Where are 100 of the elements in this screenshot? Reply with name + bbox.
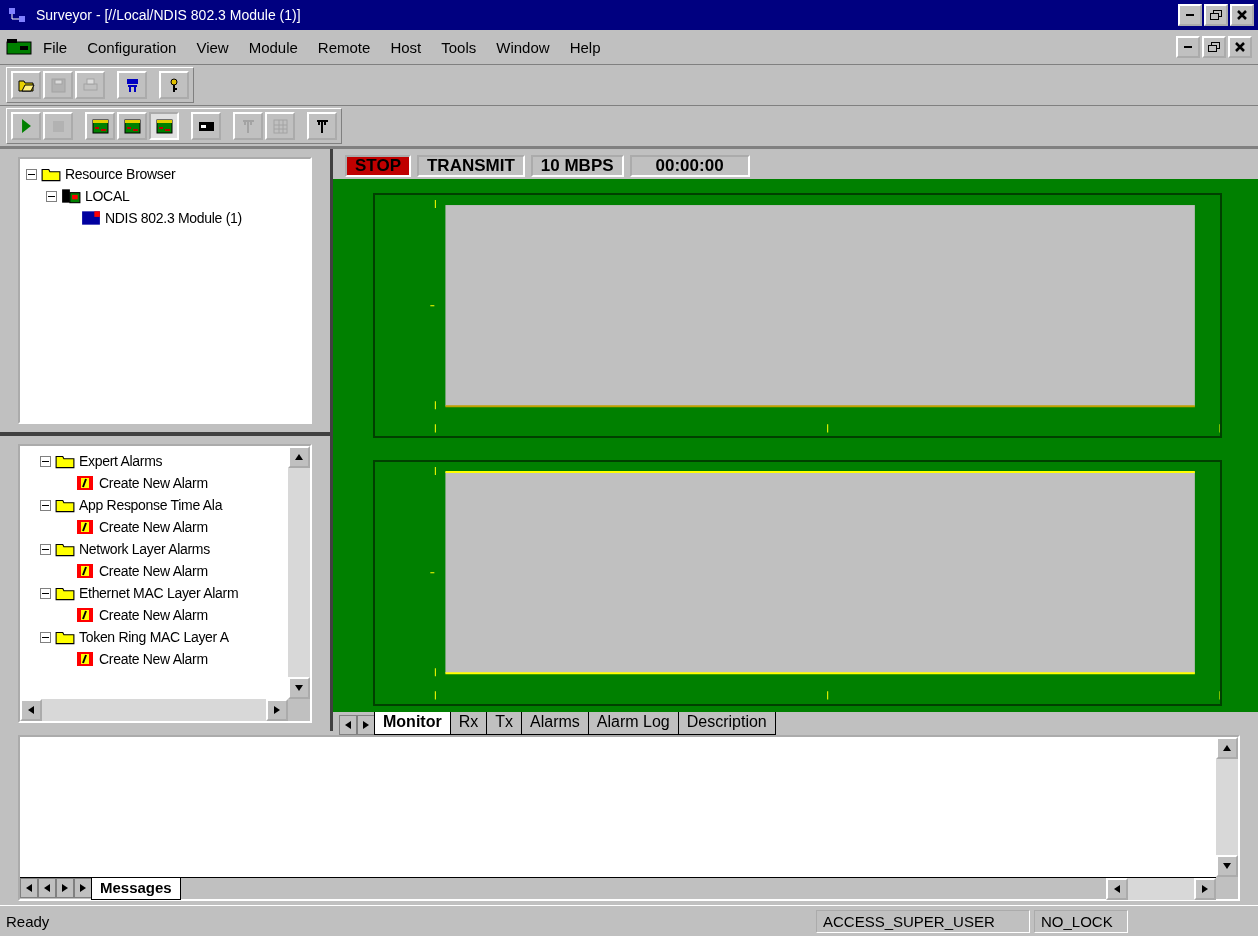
toolbar-button[interactable] — [159, 71, 189, 99]
tab-prev-button[interactable] — [339, 714, 357, 735]
horizontal-scrollbar[interactable] — [20, 699, 288, 721]
toolbar-button[interactable] — [117, 112, 147, 140]
toolbar-button[interactable] — [307, 112, 337, 140]
close-button[interactable] — [1230, 4, 1254, 26]
tab-next-button[interactable] — [56, 878, 74, 898]
minimize-icon — [1184, 46, 1192, 48]
tree-item[interactable]: App Response Time Ala — [79, 497, 223, 513]
tree-item[interactable]: Expert Alarms — [79, 453, 163, 469]
left-arrow-icon — [28, 706, 34, 714]
folder-icon — [55, 629, 75, 645]
tree-item[interactable]: Create New Alarm — [99, 475, 208, 491]
restore-icon — [1208, 42, 1220, 52]
tree-item[interactable]: Token Ring MAC Layer A — [79, 629, 229, 645]
last-tab-button[interactable] — [74, 878, 92, 898]
printer-icon — [81, 76, 99, 94]
menu-item[interactable]: Help — [560, 36, 610, 58]
menu-item[interactable]: Tools — [432, 36, 486, 58]
scroll-up-button[interactable] — [288, 446, 310, 468]
up-arrow-icon — [1223, 745, 1231, 751]
up-arrow-icon — [295, 454, 303, 460]
menu-item[interactable]: Configuration — [78, 36, 186, 58]
scroll-right-button[interactable] — [266, 699, 288, 721]
alarm-icon — [75, 563, 95, 579]
tree-item[interactable]: Create New Alarm — [99, 607, 208, 623]
collapse-icon[interactable] — [40, 499, 51, 511]
toolbar-button[interactable] — [85, 112, 115, 140]
scroll-left-button[interactable] — [1106, 878, 1128, 900]
close-button[interactable] — [1228, 36, 1252, 58]
right-arrow-icon — [1202, 885, 1208, 893]
folder-icon — [55, 585, 75, 601]
minimize-button[interactable] — [1178, 4, 1202, 26]
chart-icon — [123, 117, 141, 135]
status-panel: ACCESS_SUPER_USER — [816, 909, 1030, 933]
left-arrow-icon — [1114, 885, 1120, 893]
restore-button[interactable] — [1204, 4, 1228, 26]
tree-item[interactable]: Create New Alarm — [99, 519, 208, 535]
tree-item[interactable]: Network Layer Alarms — [79, 541, 210, 557]
window-title: Surveyor - [//Local/NDIS 802.3 Module (1)] — [36, 7, 302, 23]
collapse-icon[interactable] — [40, 631, 51, 643]
tree-item[interactable]: Create New Alarm — [99, 563, 208, 579]
menu-item[interactable]: Remote — [308, 36, 380, 58]
menu-item[interactable]: File — [34, 36, 77, 58]
menu-item[interactable]: Window — [487, 36, 559, 58]
menu-item[interactable]: View — [187, 36, 238, 58]
chart-icon — [91, 117, 109, 135]
toolbar-button[interactable] — [191, 112, 221, 140]
tree-item[interactable]: Resource Browser — [65, 166, 176, 182]
tree-item[interactable]: NDIS 802.3 Module (1) — [105, 210, 242, 226]
collapse-icon[interactable] — [40, 543, 51, 555]
menu-item[interactable]: Module — [239, 36, 307, 58]
alarm-icon — [75, 519, 95, 535]
scroll-up-button[interactable] — [1216, 737, 1238, 759]
first-tab-button[interactable] — [20, 878, 38, 898]
tree-item[interactable]: Create New Alarm — [99, 651, 208, 667]
collapse-icon[interactable] — [40, 587, 51, 599]
folder-icon — [55, 453, 75, 469]
scroll-down-button[interactable] — [1216, 855, 1238, 877]
tree-item[interactable]: Ethernet MAC Layer Alarm — [79, 585, 239, 601]
minimize-button[interactable] — [1176, 36, 1200, 58]
alarm-icon — [75, 651, 95, 667]
computer-icon — [61, 188, 81, 204]
tab-prev-button[interactable] — [38, 878, 56, 898]
scrollbar-corner — [288, 699, 310, 721]
scroll-down-button[interactable] — [288, 677, 310, 699]
left-arrow-icon — [44, 884, 50, 892]
right-arrow-icon — [62, 884, 68, 892]
status-field: TRANSMIT — [417, 155, 525, 177]
module-icon — [81, 210, 101, 226]
tab-next-button[interactable] — [357, 714, 375, 735]
toolbar-button[interactable] — [149, 112, 179, 140]
status-panel: NO_LOCK — [1034, 909, 1128, 933]
restore-button[interactable] — [1202, 36, 1226, 58]
play-icon — [21, 119, 31, 133]
toolbar-button[interactable] — [117, 71, 147, 99]
status-message: Ready — [6, 912, 51, 930]
tab[interactable]: Monitor — [374, 711, 451, 735]
folder-icon — [55, 541, 75, 557]
scroll-right-button[interactable] — [1194, 878, 1216, 900]
alarm-icon — [75, 475, 95, 491]
vertical-scrollbar[interactable] — [1216, 737, 1238, 877]
toolbar-button[interactable] — [11, 71, 41, 99]
collapse-icon[interactable] — [26, 168, 37, 180]
device-icon — [6, 38, 32, 56]
folder-icon — [41, 166, 61, 182]
tab[interactable]: Messages — [91, 878, 181, 900]
collapse-icon[interactable] — [46, 190, 57, 202]
alarm-icon — [75, 607, 95, 623]
left-arrow-icon — [26, 884, 32, 892]
vertical-scrollbar[interactable] — [288, 446, 310, 699]
horizontal-scrollbar[interactable] — [1106, 878, 1216, 900]
left-arrow-icon — [345, 720, 351, 729]
folder-icon — [55, 497, 75, 513]
collapse-icon[interactable] — [40, 455, 51, 467]
menu-item[interactable]: Host — [381, 36, 431, 58]
tree-item[interactable]: LOCAL — [85, 188, 130, 204]
down-arrow-icon — [295, 685, 303, 691]
scroll-left-button[interactable] — [20, 699, 42, 721]
right-arrow-icon — [274, 706, 280, 714]
